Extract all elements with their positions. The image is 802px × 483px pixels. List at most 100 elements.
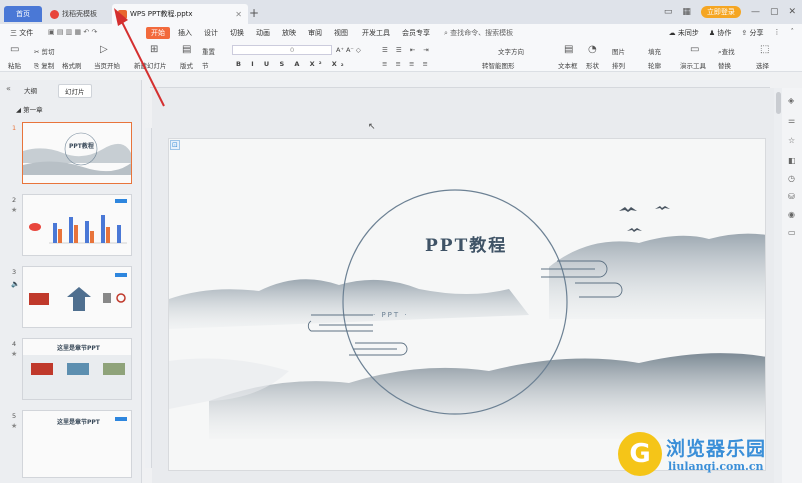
thumb-2-chart xyxy=(29,215,127,244)
slide-title[interactable]: PPT教程 xyxy=(425,231,507,256)
share-label: 分享 xyxy=(749,29,764,37)
watermark: G 浏览器乐园 liulanqi.com.cn xyxy=(618,432,798,480)
menu-animation[interactable]: 动画 xyxy=(256,28,270,38)
paste-button[interactable]: 粘贴 xyxy=(8,60,21,70)
slide-number-2: 2 xyxy=(12,196,17,204)
collapse-ribbon-icon[interactable]: ˆ xyxy=(791,28,795,38)
picture-button[interactable]: 图片 xyxy=(612,46,625,56)
textbox-icon[interactable]: ▤ xyxy=(564,44,573,55)
select-button[interactable]: 选择 xyxy=(756,60,769,70)
font-size-value[interactable]: 0 xyxy=(290,46,294,54)
slide-ink-landscape xyxy=(169,189,765,439)
pane-settings-icon[interactable]: ⚌ xyxy=(788,116,795,125)
more-icon[interactable]: ⋮ xyxy=(774,28,781,38)
menu-file[interactable]: 三 文件 xyxy=(10,28,33,38)
format-painter-button[interactable]: 格式刷 xyxy=(62,60,82,70)
convert-art-button[interactable]: 转智能图形 xyxy=(482,60,515,70)
fill-button[interactable]: 填充 xyxy=(648,46,661,56)
textbox-button[interactable]: 文本框 xyxy=(558,60,578,70)
layout-button[interactable]: 版式 xyxy=(180,60,193,70)
tab-home-label: 首页 xyxy=(16,10,30,18)
watermark-logo: G xyxy=(618,432,662,476)
list-buttons[interactable]: ☰ ☰ ⇤ ⇥ xyxy=(382,46,432,54)
menu-member[interactable]: 会员专享 xyxy=(402,28,430,38)
scrollbar-thumb[interactable] xyxy=(776,92,781,114)
play-icon[interactable]: ▷ xyxy=(100,44,108,55)
align-buttons[interactable]: ≡ ≡ ≡ ≡ xyxy=(382,60,431,68)
copy-button[interactable]: ⎘ 复制 xyxy=(34,60,54,71)
cut-button[interactable]: ✂ 剪切 xyxy=(34,46,55,56)
new-tab-button[interactable]: + xyxy=(249,6,259,20)
layout-icon[interactable]: ▭ xyxy=(664,7,673,17)
search-command[interactable]: ⌕ 查找命令、搜索模板 xyxy=(444,28,513,38)
slide-thumbnail-3[interactable] xyxy=(22,266,132,328)
find-label: 查找 xyxy=(721,48,735,56)
pane-backup-icon[interactable]: ⛁ xyxy=(788,192,795,201)
shape-icon[interactable]: ◔ xyxy=(588,44,597,55)
slide-subtitle[interactable]: · PPT · xyxy=(373,311,409,319)
tab-home[interactable]: 首页 xyxy=(4,6,42,22)
thumb-5-title: 这里是章节PPT xyxy=(57,419,100,426)
pane-shape-icon[interactable]: ◈ xyxy=(788,96,794,105)
paste-icon[interactable]: ▭ xyxy=(10,44,19,55)
horizontal-ruler xyxy=(150,80,770,88)
vertical-scrollbar[interactable] xyxy=(774,88,782,483)
pane-more-icon[interactable]: ▭ xyxy=(788,228,796,237)
menu-insert[interactable]: 插入 xyxy=(178,28,192,38)
text-direction-button[interactable]: 文字方向 xyxy=(498,46,524,56)
font-name-select[interactable] xyxy=(232,45,332,55)
font-size-increase-icon[interactable]: A⁺ A⁻ ◇ xyxy=(336,46,361,54)
section-header[interactable]: ◢ 第一章 xyxy=(16,104,43,114)
outline-button[interactable]: 轮廓 xyxy=(648,60,661,70)
slide-thumbnail-1[interactable]: PPT教程 xyxy=(22,122,132,184)
shape-button[interactable]: 形状 xyxy=(586,60,599,70)
presentation-tools-icon[interactable]: ▭ xyxy=(690,44,699,55)
thumb-2-tag xyxy=(115,199,127,203)
layout-grid-icon[interactable]: ▤ xyxy=(182,44,191,55)
thumb-1-art xyxy=(23,132,131,175)
slide-number-1: 1 xyxy=(12,124,17,132)
section-button[interactable]: 节 xyxy=(202,60,209,70)
share-button[interactable]: ⇪ 分享 xyxy=(741,28,763,38)
minimize-icon[interactable]: — xyxy=(751,7,760,17)
slide-thumbnail-2[interactable] xyxy=(22,194,132,256)
replace-button[interactable]: 替换 xyxy=(718,60,731,70)
tab-template[interactable]: 找稻壳模板 xyxy=(44,4,110,24)
collapse-panel-icon[interactable]: « xyxy=(6,84,11,93)
maximize-icon[interactable]: ▢ xyxy=(770,7,779,17)
menu-review[interactable]: 审阅 xyxy=(308,28,322,38)
collab-button[interactable]: ♟ 协作 xyxy=(709,28,732,38)
copy-label: 复制 xyxy=(41,62,55,70)
sync-button[interactable]: ☁ 未同步 xyxy=(669,28,699,38)
pane-transition-icon[interactable]: ◧ xyxy=(788,156,796,165)
pane-animation-icon[interactable]: ☆ xyxy=(788,136,795,145)
menu-slideshow[interactable]: 放映 xyxy=(282,28,296,38)
tab-outline[interactable]: 大纲 xyxy=(18,84,43,96)
slide-layout-icon[interactable]: ⊡ xyxy=(170,140,180,150)
slide-thumbnail-5[interactable]: 这里是章节PPT xyxy=(22,410,132,478)
pane-history-icon[interactable]: ◷ xyxy=(788,174,795,183)
close-tab-icon[interactable]: ✕ xyxy=(235,10,242,19)
pane-location-icon[interactable]: ◉ xyxy=(788,210,795,219)
quick-toolbar-icons[interactable]: ▣ ▤ ▥ ▦ ↶ ↷ xyxy=(48,28,97,36)
slide-canvas[interactable]: PPT教程 · PPT · xyxy=(168,138,766,471)
thumb-1-title: PPT教程 xyxy=(69,143,94,150)
menu-developer[interactable]: 开发工具 xyxy=(362,28,390,38)
menu-transition[interactable]: 切换 xyxy=(230,28,244,38)
presentation-tools-button[interactable]: 演示工具 xyxy=(680,60,706,70)
login-button[interactable]: 立即登录 xyxy=(700,6,741,18)
slide-thumbnail-4[interactable]: 这里是章节PPT xyxy=(22,338,132,400)
select-icon[interactable]: ⬚ xyxy=(760,44,769,55)
tab-slides[interactable]: 幻灯片 xyxy=(58,84,92,98)
reset-button[interactable]: 重置 xyxy=(202,46,215,56)
font-format-buttons[interactable]: B I U S A X² X₂ xyxy=(236,60,348,68)
watermark-url: liulanqi.com.cn xyxy=(668,460,764,473)
section-label: 第一章 xyxy=(23,106,43,114)
menu-design[interactable]: 设计 xyxy=(204,28,218,38)
apps-icon[interactable]: ▦ xyxy=(682,7,691,17)
arrange-button[interactable]: 排列 xyxy=(612,60,625,70)
menu-view[interactable]: 视图 xyxy=(334,28,348,38)
close-window-icon[interactable]: ✕ xyxy=(788,7,796,17)
share-icon: ⇪ xyxy=(741,29,748,37)
find-button[interactable]: ⌕查找 xyxy=(718,46,735,57)
